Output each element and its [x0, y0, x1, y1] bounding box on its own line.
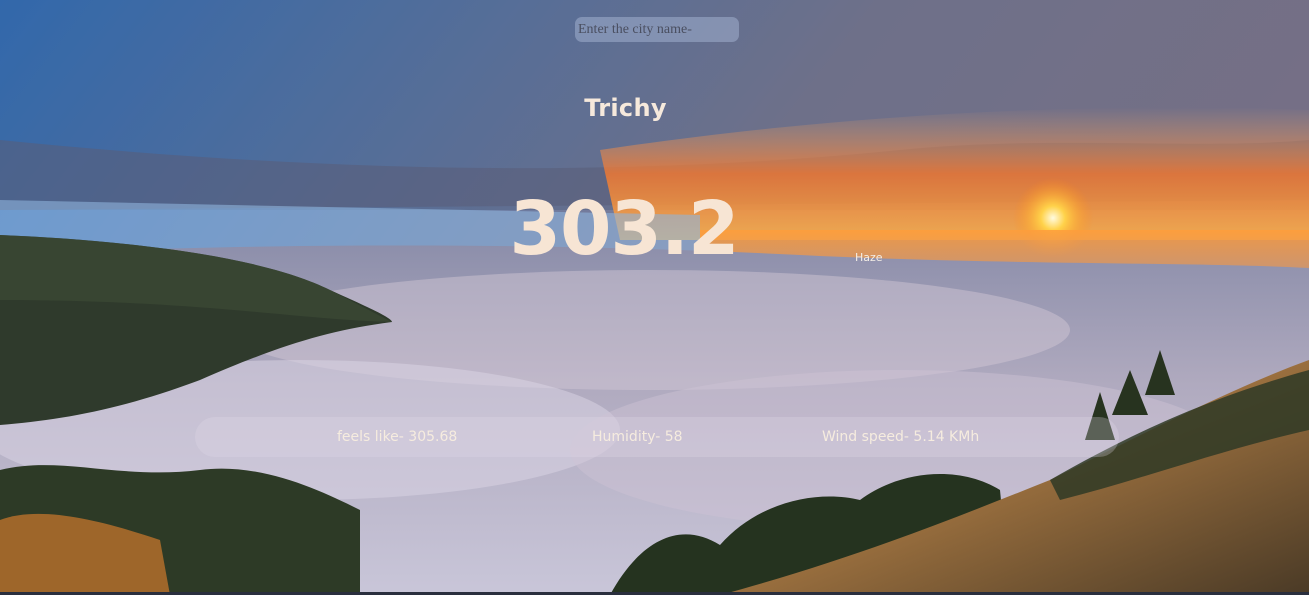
city-name: Trichy [584, 94, 667, 122]
weather-details-bar: feels like- 305.68 Humidity- 58 Wind spe… [195, 417, 1119, 457]
humidity-value: Humidity- 58 [592, 429, 683, 445]
city-search-input[interactable] [575, 17, 739, 42]
background-scene [0, 0, 1309, 595]
weather-condition: Haze [855, 251, 883, 264]
temperature-value: 303.2 [509, 186, 739, 272]
wind-speed-value: Wind speed- 5.14 KMh [822, 429, 980, 445]
landscape-background-image [0, 0, 1309, 595]
feels-like-value: feels like- 305.68 [337, 429, 458, 445]
